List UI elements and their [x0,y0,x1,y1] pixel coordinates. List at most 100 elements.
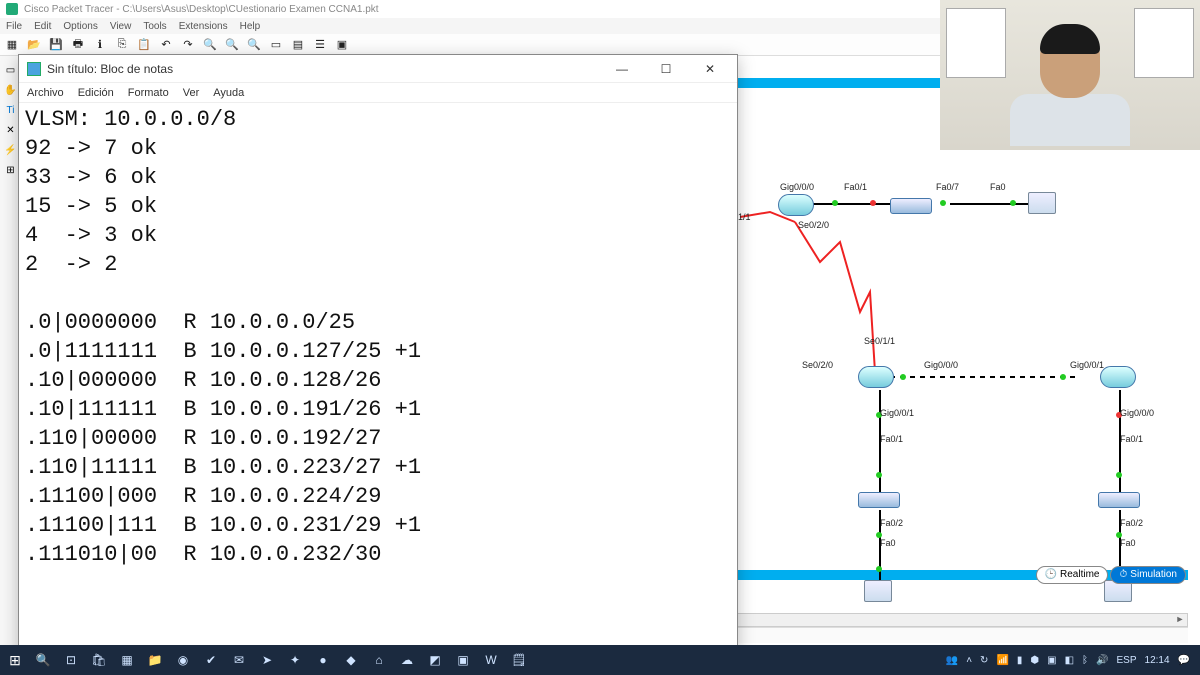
notepad-taskbar-icon[interactable]: 🗒 [508,649,530,671]
pt-menu-options[interactable]: Options [63,21,97,32]
clock[interactable]: 12:14 [1145,655,1170,666]
tray-app-icon[interactable]: ⬢ [1030,655,1039,666]
app-icon[interactable]: ▣ [452,649,474,671]
notepad-titlebar[interactable]: Sin título: Bloc de notas — ☐ ✕ [19,55,737,83]
notepad-content[interactable]: VLSM: 10.0.0.0/8 92 -> 7 ok 33 -> 6 ok 1… [25,105,731,569]
iface-label: Se0/1/1 [864,336,895,346]
tray-people-icon[interactable]: 👥 [946,655,958,666]
iface-label: Gig0/0/1 [1070,360,1104,370]
start-button[interactable]: ⊞ [4,649,26,671]
pc-left[interactable] [864,580,892,602]
paste-icon[interactable]: 📋 [136,37,152,53]
pt-menu-tools[interactable]: Tools [143,21,166,32]
print-icon[interactable]: 🖶 [70,37,86,53]
hand-tool-icon[interactable]: ✋ [3,82,19,98]
mail-icon[interactable]: ✉ [228,649,250,671]
app-icon[interactable]: ⌂ [368,649,390,671]
router-mid[interactable] [858,366,894,388]
np-menu-archivo[interactable]: Archivo [27,87,64,99]
inspect-tool-icon[interactable]: ⚡ [3,142,19,158]
app-icon[interactable]: ◆ [340,649,362,671]
tray-app-icon[interactable]: ◧ [1065,655,1074,666]
system-tray[interactable]: 👥 ˄ ↻ 📶 ▮ ⬢ ▣ ◧ ᛒ 🔊 ESP 12:14 💬 [946,655,1196,666]
pt-menu-view[interactable]: View [110,21,132,32]
app-icon[interactable]: ➤ [256,649,278,671]
chrome-icon[interactable]: ◉ [172,649,194,671]
iface-label: Gig0/0/0 [780,182,814,192]
windows-taskbar[interactable]: ⊞ 🔍 ⊡ 🛍 ▦ 📁 ◉ ✔ ✉ ➤ ✦ ● ◆ ⌂ ☁ ◩ ▣ W 🗒 👥 … [0,645,1200,675]
mode-switch[interactable]: 🕒 Realtime ⏱ Simulation [1036,566,1186,584]
redo-icon[interactable]: ↷ [180,37,196,53]
copy-icon[interactable]: ⎘ [114,37,130,53]
app-icon[interactable]: ● [312,649,334,671]
app-icon[interactable]: ✔ [200,649,222,671]
notepad-text-area[interactable]: VLSM: 10.0.0.0/8 92 -> 7 ok 33 -> 6 ok 1… [19,103,737,655]
tray-app-icon[interactable]: ▦ [116,649,138,671]
iface-label: Fa0 [880,538,896,548]
rect-icon[interactable]: ▭ [268,37,284,53]
store-icon[interactable]: 🛍 [88,649,110,671]
word-icon[interactable]: W [480,649,502,671]
topology-canvas[interactable]: Gig0/0/0 Fa0/1 Fa0/7 Fa0 Se0/2/0 1/1 Se0… [740,112,1190,575]
list-icon[interactable]: ☰ [312,37,328,53]
switch-left[interactable] [858,492,900,508]
grid-icon[interactable]: ▤ [290,37,306,53]
pt-menu-extensions[interactable]: Extensions [179,21,228,32]
realtime-button[interactable]: 🕒 Realtime [1036,566,1109,584]
link-status-icon [832,200,838,206]
app-icon[interactable]: ☁ [396,649,418,671]
zoom-in-icon[interactable]: 🔍 [202,37,218,53]
tray-app-icon[interactable]: ▣ [1047,655,1056,666]
language-indicator[interactable]: ESP [1117,655,1137,666]
pt-menu-file[interactable]: File [6,21,22,32]
pt-menu-edit[interactable]: Edit [34,21,51,32]
explorer-icon[interactable]: 📁 [144,649,166,671]
notepad-menubar[interactable]: Archivo Edición Formato Ver Ayuda [19,83,737,103]
minimize-button[interactable]: — [603,57,641,81]
tray-app-icon[interactable]: ▮ [1017,655,1023,666]
router-top[interactable] [778,194,814,216]
zoom-reset-icon[interactable]: 🔍 [224,37,240,53]
tray-sync-icon[interactable]: ↻ [980,655,988,666]
router-right[interactable] [1100,366,1136,388]
wifi-icon[interactable]: 📶 [996,655,1008,666]
np-menu-ayuda[interactable]: Ayuda [213,87,244,99]
link-status-icon [900,374,906,380]
volume-icon[interactable]: 🔊 [1096,655,1108,666]
pt-menu-help[interactable]: Help [240,21,261,32]
iface-label: Se0/2/0 [798,220,829,230]
app-icon[interactable]: ◩ [424,649,446,671]
link-status-icon [1116,472,1122,478]
switch-right[interactable] [1098,492,1140,508]
simulation-button[interactable]: ⏱ Simulation [1110,566,1186,584]
delete-tool-icon[interactable]: ✕ [3,122,19,138]
iface-label: Fa0/1 [880,434,903,444]
new-icon[interactable]: ▦ [4,37,20,53]
note-tool-icon[interactable]: Ti [3,102,19,118]
notepad-window[interactable]: Sin título: Bloc de notas — ☐ ✕ Archivo … [18,54,738,656]
switch-top[interactable] [890,198,932,214]
notepad-icon [27,62,41,76]
zoom-out-icon[interactable]: 🔍 [246,37,262,53]
maximize-button[interactable]: ☐ [647,57,685,81]
bluetooth-icon[interactable]: ᛒ [1082,655,1088,666]
search-icon[interactable]: 🔍 [32,649,54,671]
app-icon[interactable]: ✦ [284,649,306,671]
resize-tool-icon[interactable]: ⊞ [3,162,19,178]
save-icon[interactable]: 💾 [48,37,64,53]
task-view-icon[interactable]: ⊡ [60,649,82,671]
pc-top[interactable] [1028,192,1056,214]
open-icon[interactable]: 📂 [26,37,42,53]
np-menu-ver[interactable]: Ver [183,87,200,99]
scroll-right-icon[interactable]: ► [1173,614,1187,626]
close-button[interactable]: ✕ [691,57,729,81]
tray-up-icon[interactable]: ˄ [966,655,972,666]
misc-icon[interactable]: ▣ [334,37,350,53]
np-menu-formato[interactable]: Formato [128,87,169,99]
info-icon[interactable]: ℹ [92,37,108,53]
np-menu-edicion[interactable]: Edición [78,87,114,99]
undo-icon[interactable]: ↶ [158,37,174,53]
iface-label: Gig0/0/1 [880,408,914,418]
notifications-icon[interactable]: 💬 [1178,655,1190,666]
select-tool-icon[interactable]: ▭ [3,62,19,78]
